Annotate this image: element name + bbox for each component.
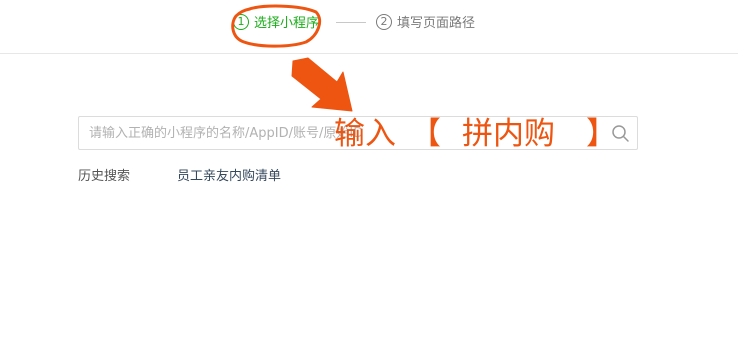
step-number-2: 2	[376, 13, 392, 30]
annotation-text-input: 输入	[334, 116, 396, 152]
step-label-2: 填写页面路径	[397, 16, 476, 31]
step-connector	[336, 22, 366, 23]
annotation-bracket-open: 【	[410, 116, 441, 152]
step-fill-page-path: 2 填写页面路径	[376, 12, 475, 31]
annotation-keyword: 拼内购	[462, 116, 555, 152]
annotation-arrow	[291, 57, 353, 112]
steps-bar: 1 选择小程序 2 填写页面路径	[0, 0, 738, 54]
step-select-miniprogram: 1 选择小程序	[233, 12, 319, 31]
history-label: 历史搜索	[78, 169, 131, 184]
annotation-bracket-close: 】	[586, 116, 617, 152]
step-number-1: 1	[233, 13, 249, 30]
step-label-1: 选择小程序	[254, 16, 320, 31]
history-item[interactable]: 员工亲友内购清单	[177, 165, 281, 184]
